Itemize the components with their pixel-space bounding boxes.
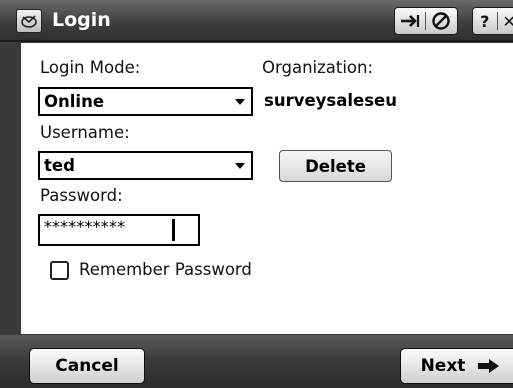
password-field[interactable]: ********** <box>38 214 200 246</box>
next-button-label: Next <box>420 356 466 376</box>
organization-label: Organization: <box>262 58 374 77</box>
organization-value: surveysaleseu <box>264 91 397 110</box>
dropdown-arrow-icon <box>235 163 245 169</box>
remember-password-checkbox[interactable] <box>50 261 69 280</box>
password-value: ********** <box>43 217 126 236</box>
bottom-bar: Cancel Next <box>0 335 513 388</box>
check-icon <box>432 12 450 30</box>
dropdown-arrow-icon <box>235 99 245 105</box>
close-button[interactable]: ✕ <box>497 8 513 34</box>
username-dropdown[interactable]: ted <box>38 151 253 180</box>
arrow-right-icon <box>478 359 500 373</box>
username-value: ted <box>44 156 75 175</box>
enter-icon <box>401 15 420 27</box>
cancel-button[interactable]: Cancel <box>29 348 145 384</box>
password-label: Password: <box>40 186 123 205</box>
login-mode-dropdown[interactable]: Online <box>38 87 253 116</box>
enter-button[interactable] <box>395 8 425 34</box>
delete-button-label: Delete <box>305 156 366 176</box>
help-icon: ? <box>480 11 490 31</box>
window-title: Login <box>52 9 111 31</box>
close-icon: ✕ <box>502 11 513 31</box>
help-button[interactable]: ? <box>473 8 497 34</box>
help-button-group: ? ✕ <box>472 7 513 35</box>
app-icon <box>16 9 42 33</box>
remember-password-label[interactable]: Remember Password <box>79 260 252 279</box>
login-mode-label: Login Mode: <box>40 58 141 77</box>
ok-button[interactable] <box>426 8 456 34</box>
cancel-button-label: Cancel <box>55 356 119 376</box>
login-mode-value: Online <box>44 92 105 111</box>
ok-button-group <box>394 7 458 35</box>
username-label: Username: <box>40 123 130 142</box>
login-form: Login Mode: Organization: Online surveys… <box>21 43 513 334</box>
title-bar: Login ? ✕ <box>0 0 513 42</box>
text-caret <box>172 219 175 241</box>
delete-button[interactable]: Delete <box>279 150 392 182</box>
next-button[interactable]: Next <box>400 348 513 384</box>
